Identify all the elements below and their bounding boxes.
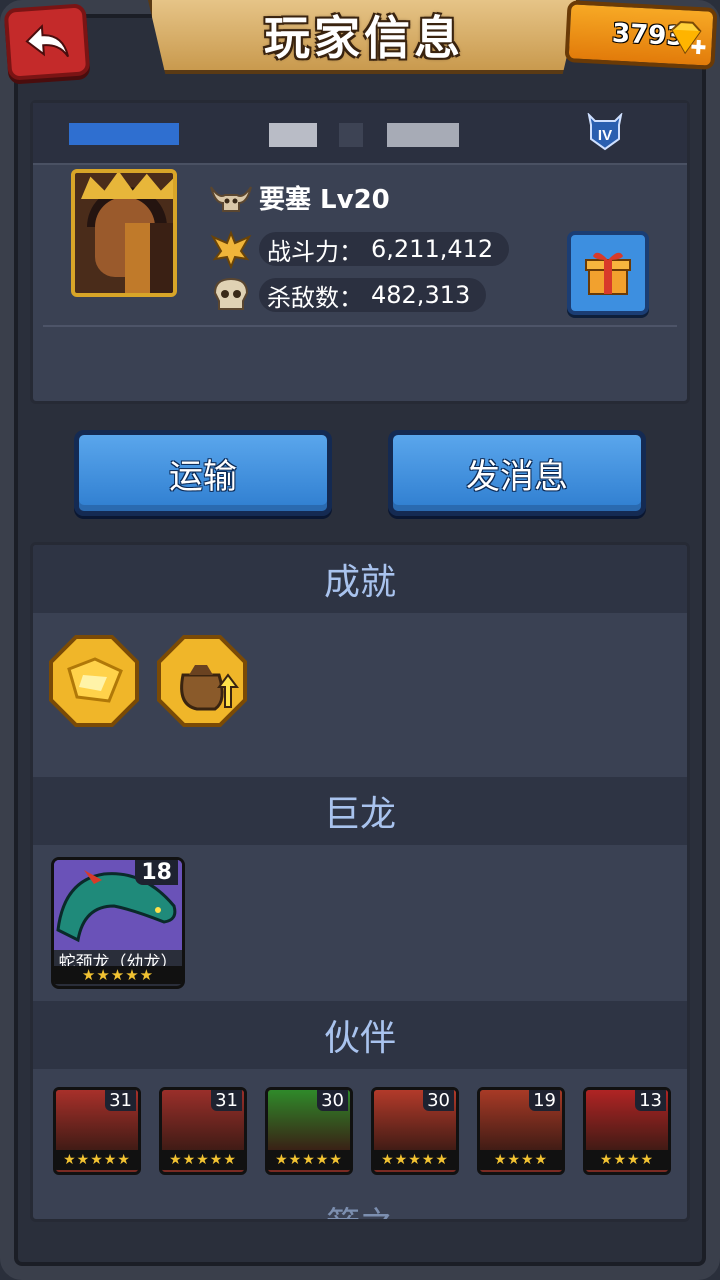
resource-bag-achievement-icon[interactable] (157, 635, 247, 727)
partner-stars: ★★★★★ (56, 1150, 138, 1170)
power-pill: 战斗力： 6,211,412 (259, 232, 510, 266)
gold-ore-achievement-icon[interactable] (49, 635, 139, 727)
achievements-header: 成就 (33, 545, 687, 613)
partner-level: 30 (423, 1090, 454, 1111)
dragon-level: 18 (135, 860, 178, 885)
kills-row: 杀敌数： 482,313 (209, 275, 487, 315)
panel-divider (43, 325, 677, 327)
partners-header: 伙伴 (33, 1001, 687, 1069)
kills-pill: 杀敌数： 482,313 (259, 278, 487, 312)
send-message-label: 发消息 (466, 456, 568, 497)
partner-card[interactable]: 31 ★★★★★ (159, 1087, 247, 1175)
power-value: 6,211,412 (371, 235, 494, 263)
partner-level: 13 (635, 1090, 666, 1111)
gift-button[interactable] (567, 231, 649, 315)
dragon-card[interactable]: 18 蛇颈龙（幼龙） ★★★★★ (51, 857, 185, 989)
partner-stars: ★★★★ (586, 1150, 668, 1170)
svg-text:IV: IV (598, 127, 612, 144)
partner-card[interactable]: 30 ★★★★★ (371, 1087, 459, 1175)
next-section-peek: 箭之 (33, 1197, 687, 1219)
back-button[interactable] (3, 3, 91, 81)
partner-level: 30 (317, 1090, 348, 1111)
title-banner: 玩家信息 (148, 0, 580, 74)
power-row: 战斗力： 6,211,412 (209, 229, 510, 269)
dragons-title: 巨龙 (323, 794, 396, 835)
pixelated-name-part (339, 123, 363, 147)
partner-card[interactable]: 30 ★★★★★ (265, 1087, 353, 1175)
partner-card[interactable]: 19 ★★★★ (477, 1087, 565, 1175)
kills-label: 杀敌数： (267, 283, 363, 312)
dragons-header: 巨龙 (33, 777, 687, 845)
fortress-level: 要塞 Lv20 (259, 184, 390, 215)
transport-label: 运输 (169, 456, 237, 497)
gift-icon (585, 252, 631, 295)
partner-stars: ★★★★★ (268, 1150, 350, 1170)
partner-stars: ★★★★★ (162, 1150, 244, 1170)
fortress-row: 要塞 Lv20 (209, 177, 390, 217)
partner-card[interactable]: 31 ★★★★★ (53, 1087, 141, 1175)
player-name-strip: IV (33, 103, 687, 165)
pixelated-name-part (269, 123, 317, 147)
partners-title: 伙伴 (323, 1018, 396, 1059)
details-panel[interactable]: 成就 巨龙 18 蛇颈龙（幼龙） ★★★★★ 伙伴 31 ★★★★★ 31 ★★… (30, 542, 690, 1222)
pixelated-name-part (387, 123, 459, 147)
rank-badge-icon: IV (587, 113, 623, 151)
back-arrow-icon (25, 24, 70, 58)
page-title: 玩家信息 (264, 11, 464, 65)
partner-level: 19 (529, 1090, 560, 1111)
transport-button[interactable]: 运输 (74, 430, 332, 516)
achievements-title: 成就 (323, 562, 396, 603)
send-message-button[interactable]: 发消息 (388, 430, 646, 516)
partner-stars: ★★★★★ (374, 1150, 456, 1170)
skull-icon (213, 277, 249, 310)
partner-level: 31 (105, 1090, 136, 1111)
partner-stars: ★★★★ (480, 1150, 562, 1170)
phoenix-icon (210, 230, 252, 269)
power-label: 战斗力： (267, 237, 363, 266)
partner-card[interactable]: 13 ★★★★ (583, 1087, 671, 1175)
dragon-stars: ★★★★★ (54, 966, 182, 984)
pixelated-guild-tag (69, 123, 179, 145)
gem-icon (671, 21, 706, 55)
gem-counter[interactable]: 3793 (564, 0, 718, 70)
partner-level: 31 (211, 1090, 242, 1111)
kills-value: 482,313 (371, 281, 471, 309)
player-info-panel: IV 要塞 Lv20 战斗力： 6,211,412 杀敌数： 482,313 (30, 100, 690, 404)
player-avatar[interactable] (71, 169, 177, 297)
horned-skull-icon (210, 186, 252, 212)
